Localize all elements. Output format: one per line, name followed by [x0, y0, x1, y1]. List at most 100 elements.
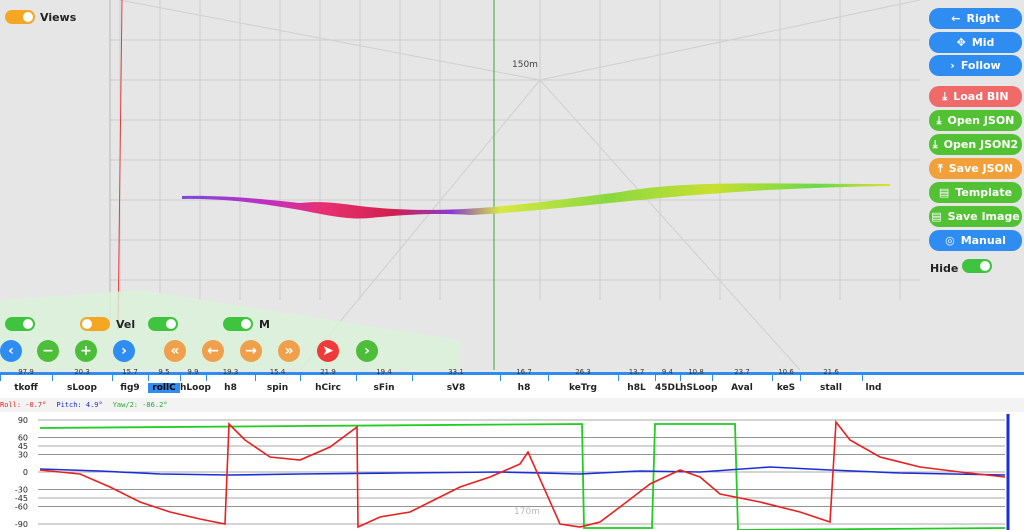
- segment-name: sFin: [373, 383, 395, 393]
- save-image-button[interactable]: ▤ Save Image: [929, 206, 1022, 227]
- document-icon: ▤: [938, 186, 950, 199]
- flight-ribbon: [182, 183, 890, 219]
- y-tick-label: -30: [15, 485, 28, 494]
- pitch-readout: Pitch: 4.9°: [56, 401, 103, 409]
- 3d-viewport[interactable]: Views 150m ← Right ✥ Mid › Follow ⤓ Load BIN ⤓ Op…: [0, 0, 1024, 370]
- step-forward-button[interactable]: →: [240, 340, 262, 362]
- prev-view-button[interactable]: ‹: [0, 340, 22, 362]
- 3d-scene: [0, 0, 921, 370]
- send-button[interactable]: ➤: [317, 340, 339, 362]
- segment-duration: 33.1: [448, 368, 464, 376]
- y-tick-label: -60: [15, 503, 28, 512]
- segment-duration: 9.4: [661, 368, 674, 376]
- views-toggle[interactable]: [5, 10, 35, 24]
- mid-button[interactable]: ✥ Mid: [929, 32, 1022, 53]
- m-toggle[interactable]: [223, 317, 253, 331]
- button-label: Open JSON2: [943, 138, 1019, 151]
- segment-name: spin: [266, 383, 289, 393]
- segment-name: fig9: [120, 383, 140, 393]
- follow-button[interactable]: › Follow: [929, 55, 1022, 76]
- button-label: Load BIN: [953, 90, 1009, 103]
- segment-duration: 19.3: [222, 368, 239, 376]
- arrow-left-icon: ←: [951, 12, 961, 25]
- segment-name: h8: [517, 383, 531, 393]
- y-tick-label: 45: [18, 442, 28, 451]
- zoom-out-button[interactable]: −: [37, 340, 59, 362]
- button-label: Follow: [960, 59, 1001, 72]
- segment-duration: 19.4: [376, 368, 392, 376]
- toggle-1[interactable]: [5, 317, 35, 331]
- graph-background-label: 170m: [514, 507, 540, 517]
- y-tick-label: 90: [18, 416, 28, 425]
- segment-duration: 9.5: [158, 368, 170, 376]
- button-label: Right: [966, 12, 1000, 25]
- y-tick-label: 60: [18, 433, 28, 442]
- y-tick-label: 30: [18, 451, 28, 460]
- segment-name: Aval: [731, 383, 753, 393]
- segment-name: tkoff: [14, 383, 38, 393]
- segment-duration: 9.9: [187, 368, 199, 376]
- fast-forward-button[interactable]: »: [278, 340, 300, 362]
- step-back-button[interactable]: ←: [202, 340, 224, 362]
- button-label: Save JSON: [948, 162, 1014, 175]
- chevron-right-icon: ›: [950, 59, 955, 72]
- altitude-label: 150m: [512, 60, 538, 70]
- load-bin-button[interactable]: ⤓ Load BIN: [929, 86, 1022, 107]
- move-icon: ✥: [956, 36, 966, 49]
- roll-readout: Roll: -0.7°: [0, 401, 47, 409]
- segment-duration: 97.9: [18, 368, 34, 376]
- segment-name: 45DL: [655, 383, 681, 393]
- pitch-series-line: [39, 466, 1006, 476]
- hide-label: Hide: [930, 262, 959, 275]
- save-json-button[interactable]: ⤒ Save JSON: [929, 158, 1022, 179]
- download-icon: ⤓: [942, 89, 948, 103]
- segment-duration: 10.6: [778, 368, 794, 376]
- segment-name: keS: [776, 383, 796, 393]
- button-label: Save Image: [947, 210, 1020, 223]
- rewind-button[interactable]: «: [164, 340, 186, 362]
- segment-name: h8: [224, 383, 237, 393]
- segment-name: sLoop: [67, 383, 97, 393]
- button-label: Manual: [960, 234, 1006, 247]
- vel-toggle[interactable]: [80, 317, 110, 331]
- segment-name: hLoop: [180, 383, 211, 393]
- hide-toggle[interactable]: [962, 259, 992, 273]
- attitude-graph-svg: 170m 90 604530 0 -30-45-60 -90: [15, 414, 1010, 530]
- attitude-readout: Roll: -0.7° Pitch: 4.9° Yaw/2: -86.2°: [0, 398, 1024, 412]
- views-label: Views: [40, 11, 77, 24]
- segment-duration: 20.3: [74, 368, 90, 376]
- attitude-graph[interactable]: 170m 90 60 45 30 0 -30 -45 -60 -90: [0, 412, 1024, 530]
- open-json-button[interactable]: ⤓ Open JSON: [929, 110, 1022, 131]
- vel-label: Vel: [116, 318, 136, 331]
- segment-name: rollC: [148, 383, 180, 393]
- segment-duration: 15.7: [122, 368, 138, 376]
- y-tick-label: -45: [15, 494, 28, 503]
- segment-duration: 26.3: [575, 368, 591, 376]
- segment-name: sV8: [446, 383, 466, 393]
- button-label: Template: [955, 186, 1013, 199]
- upload-icon: ⤒: [937, 161, 943, 175]
- right-button[interactable]: ← Right: [929, 8, 1022, 29]
- manual-button[interactable]: ◎ Manual: [929, 230, 1022, 251]
- toggle-3[interactable]: [148, 317, 178, 331]
- segment-duration: 10.8: [688, 368, 704, 376]
- m-label: M: [259, 318, 270, 331]
- button-label: Open JSON: [947, 114, 1015, 127]
- yaw-readout: Yaw/2: -86.2°: [112, 401, 168, 409]
- button-label: Mid: [971, 36, 995, 49]
- segment-name: hCirc: [315, 383, 341, 393]
- next-view-button[interactable]: ›: [113, 340, 135, 362]
- y-tick-label: 0: [23, 468, 28, 477]
- zoom-in-button[interactable]: +: [75, 340, 97, 362]
- segment-name: keTrg: [569, 383, 597, 393]
- template-button[interactable]: ▤ Template: [929, 182, 1022, 203]
- next-manoeuvre-button[interactable]: ›: [356, 340, 378, 362]
- manoeuvre-timeline[interactable]: 97.9 tkoff 20.3 sLoop 15.7 fig9 9.5 rollC 9.9 hLo…: [0, 368, 1024, 398]
- segment-name: h8L: [627, 383, 646, 393]
- segment-tick: [862, 375, 863, 381]
- open-json2-button[interactable]: ⤓ Open JSON2: [929, 134, 1022, 155]
- segment-duration: 21.6: [823, 368, 839, 376]
- segment-name: lnd: [865, 383, 882, 393]
- segment-duration: 23.7: [734, 368, 750, 376]
- segment-name: hSLoop: [680, 383, 718, 393]
